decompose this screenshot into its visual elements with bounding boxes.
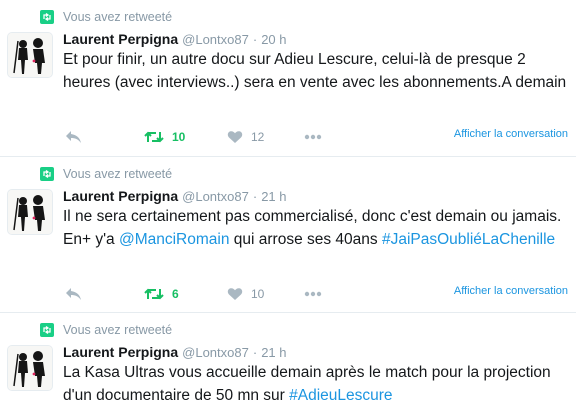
timeline: Vous avez retweeté Laurent Perpigna @Lon… (0, 0, 576, 414)
tweet-text: Et pour finir, un autre docu sur Adieu L… (63, 49, 568, 94)
tweet[interactable]: Vous avez retweeté Laurent Perpigna @Lon… (0, 313, 576, 414)
author-handle[interactable]: @Lontxo87 (182, 345, 249, 360)
mention-link[interactable]: @ManciRomain (119, 231, 230, 248)
show-conversation-link[interactable]: Afficher la conversation (454, 285, 568, 297)
tweet[interactable]: Vous avez retweeté Laurent Perpigna @Lon… (0, 0, 576, 157)
author-name[interactable]: Laurent Perpigna (63, 344, 178, 360)
like-count: 10 (251, 287, 265, 301)
hashtag-link[interactable]: #AdieuLescure (289, 387, 392, 404)
like-count: 12 (251, 130, 265, 144)
tweet-header: Laurent Perpigna @Lontxo87 · 21 h (63, 188, 287, 208)
retweet-context-label: Vous avez retweeté (63, 323, 173, 337)
avatar-silhouette-icon (8, 190, 52, 234)
author-handle[interactable]: @Lontxo87 (182, 189, 249, 204)
tweet-text-segment: qui arrose ses 40ans (229, 230, 382, 248)
separator-dot: · (252, 32, 258, 47)
tweet-header: Laurent Perpigna @Lontxo87 · 21 h (63, 344, 287, 364)
separator-dot: · (252, 345, 258, 360)
retweet-context-icon (40, 167, 54, 181)
retweet-context-icon (40, 323, 54, 337)
retweet-count: 10 (172, 130, 186, 144)
heart-icon (227, 288, 243, 300)
author-name[interactable]: Laurent Perpigna (63, 31, 178, 47)
reply-button[interactable] (65, 283, 82, 305)
like-button[interactable]: 10 (227, 283, 264, 305)
retweet-context: Vous avez retweeté (40, 320, 172, 340)
tweet-actions: 10 12 Afficher la conversation (63, 126, 568, 148)
more-button[interactable] (304, 283, 322, 305)
retweet-context: Vous avez retweeté (40, 164, 172, 184)
retweet-context-label: Vous avez retweeté (63, 10, 173, 24)
tweet[interactable]: Vous avez retweeté Laurent Perpigna @Lon… (0, 157, 576, 313)
more-button[interactable] (304, 126, 322, 148)
avatar[interactable] (7, 345, 53, 391)
tweet-timestamp[interactable]: 20 h (261, 32, 286, 47)
tweet-actions: 6 10 Afficher la conversation (63, 283, 568, 305)
retweet-icon (144, 131, 164, 143)
tweet-timestamp[interactable]: 21 h (261, 189, 286, 204)
more-icon (304, 291, 322, 297)
tweet-text-segment: Et pour finir, un autre docu sur Adieu L… (63, 51, 567, 91)
avatar[interactable] (7, 189, 53, 235)
retweet-icon (144, 288, 164, 300)
like-button[interactable]: 12 (227, 126, 264, 148)
more-icon (304, 134, 322, 140)
author-name[interactable]: Laurent Perpigna (63, 188, 178, 204)
avatar-silhouette-icon (8, 33, 52, 77)
retweet-button[interactable]: 6 (144, 283, 179, 305)
reply-icon (66, 131, 81, 143)
avatar[interactable] (7, 32, 53, 78)
retweet-context-icon (40, 10, 54, 24)
tweet-header: Laurent Perpigna @Lontxo87 · 20 h (63, 31, 287, 51)
tweet-text: Il ne sera certainement pas commercialis… (63, 206, 568, 251)
hashtag-link[interactable]: #JaiPasOubliéLaChenille (382, 231, 555, 248)
retweet-count: 6 (172, 287, 179, 301)
avatar-silhouette-icon (8, 346, 52, 390)
retweet-context-label: Vous avez retweeté (63, 167, 173, 181)
heart-icon (227, 131, 243, 143)
reply-button[interactable] (65, 126, 82, 148)
retweet-button[interactable]: 10 (144, 126, 185, 148)
author-handle[interactable]: @Lontxo87 (182, 32, 249, 47)
show-conversation-link[interactable]: Afficher la conversation (454, 128, 568, 140)
tweet-text: La Kasa Ultras vous accueille demain apr… (63, 362, 568, 407)
tweet-timestamp[interactable]: 21 h (261, 345, 286, 360)
separator-dot: · (252, 189, 258, 204)
retweet-context: Vous avez retweeté (40, 7, 172, 27)
reply-icon (66, 288, 81, 300)
